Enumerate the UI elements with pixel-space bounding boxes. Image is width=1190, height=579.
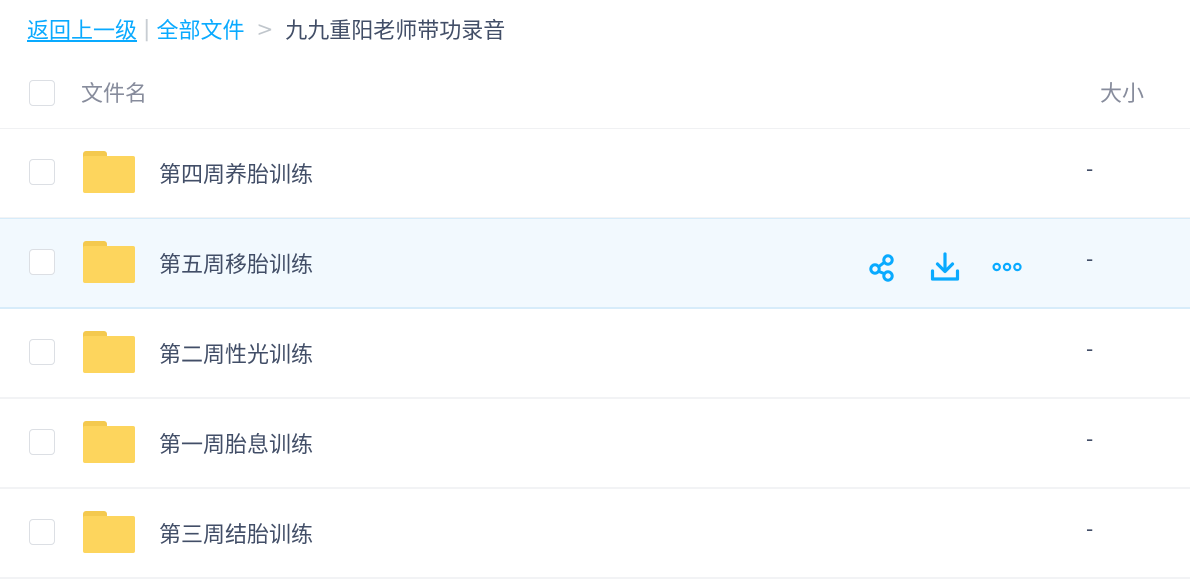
download-icon[interactable] (929, 251, 961, 283)
folder-icon (83, 331, 135, 373)
file-size: - (1086, 427, 1094, 451)
folder-icon (83, 151, 135, 193)
table-row[interactable]: 第二周性光训练 - (0, 309, 1190, 399)
file-list-page: 返回上一级 | 全部文件 > 九九重阳老师带功录音 文件名 大小 第四周养胎训练… (0, 0, 1190, 579)
file-size: - (1086, 337, 1094, 361)
more-icon[interactable] (992, 251, 1024, 283)
back-link[interactable]: 返回上一级 (27, 13, 137, 45)
file-name[interactable]: 第二周性光训练 (159, 337, 313, 369)
breadcrumb-current-folder: 九九重阳老师带功录音 (285, 19, 506, 44)
row-checkbox[interactable] (29, 159, 55, 185)
file-name[interactable]: 第一周胎息训练 (159, 427, 313, 459)
folder-icon (83, 511, 135, 553)
share-icon[interactable] (866, 251, 898, 283)
table-row[interactable]: 第一周胎息训练 - (0, 399, 1190, 489)
breadcrumb-arrow: > (256, 17, 274, 41)
row-checkbox[interactable] (29, 339, 55, 365)
row-actions (866, 251, 1024, 283)
breadcrumb-separator: | (143, 16, 151, 42)
breadcrumb: 返回上一级 | 全部文件 > 九九重阳老师带功录音 (27, 13, 506, 45)
file-name[interactable]: 第五周移胎训练 (159, 247, 313, 279)
row-checkbox[interactable] (29, 429, 55, 455)
file-name[interactable]: 第三周结胎训练 (159, 517, 313, 549)
file-size: - (1086, 517, 1094, 541)
row-checkbox[interactable] (29, 519, 55, 545)
folder-icon (83, 241, 135, 283)
breadcrumb-all-files[interactable]: 全部文件 (156, 13, 244, 45)
file-size: - (1086, 157, 1094, 181)
column-header-size[interactable]: 大小 (1100, 76, 1144, 108)
table-row[interactable]: 第三周结胎训练 - (0, 489, 1190, 579)
file-size: - (1086, 247, 1094, 271)
select-all-checkbox[interactable] (29, 80, 55, 106)
table-row[interactable]: 第四周养胎训练 - (0, 129, 1190, 219)
folder-icon (83, 421, 135, 463)
file-list: 第四周养胎训练 - 第五周移胎训练 - 第二周性光训练 - 第一周胎息训练 - … (0, 129, 1190, 579)
column-header-filename[interactable]: 文件名 (81, 76, 147, 108)
file-name[interactable]: 第四周养胎训练 (159, 157, 313, 189)
table-row[interactable]: 第五周移胎训练 - (0, 218, 1190, 309)
row-checkbox[interactable] (29, 249, 55, 275)
list-header: 文件名 大小 (0, 58, 1190, 129)
